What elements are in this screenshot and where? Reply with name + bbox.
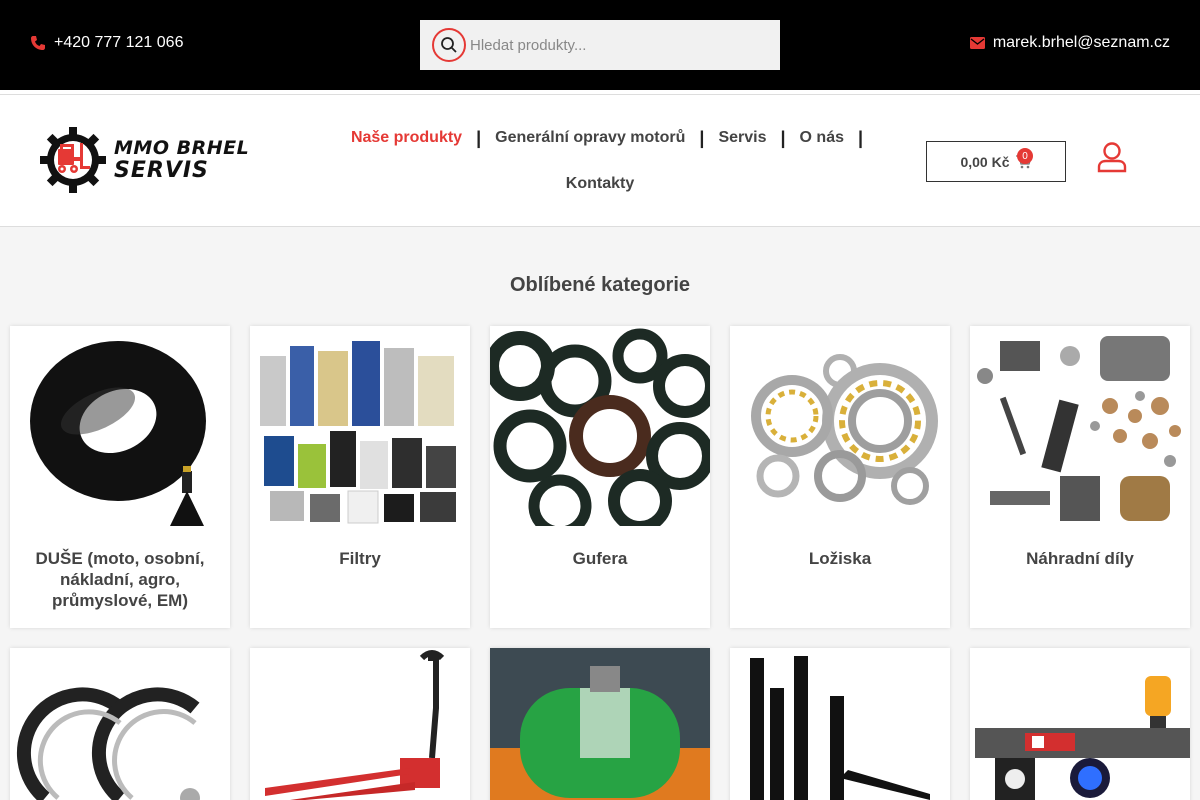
category-label: Filtry (339, 549, 381, 568)
cart-total: 0,00 Kč (960, 153, 1010, 170)
nav-item-servis[interactable]: Servis (704, 129, 780, 147)
category-image-vidle (730, 648, 950, 800)
phone-icon (31, 36, 45, 50)
category-card-vidle[interactable] (730, 648, 950, 800)
category-card-brzdy[interactable] (10, 648, 230, 800)
category-image-loziska (730, 326, 950, 526)
category-image-osvetleni (970, 648, 1190, 800)
logo-text: MMO BRHEL SERVIS (114, 136, 250, 183)
category-label: Náhradní díly (1026, 549, 1134, 568)
site-header: MMO BRHEL SERVIS Naše produkty | Generál… (0, 95, 1200, 227)
email-address: marek.brhel@seznam.cz (992, 34, 1170, 51)
category-label: DUŠE (moto, osobní, nákladní, agro, prům… (35, 549, 205, 610)
category-image-nahradni-dily (970, 326, 1190, 526)
logo-line2: SERVIS (114, 157, 209, 183)
category-card-gufera[interactable]: Gufera (490, 326, 710, 628)
section-title: Oblíbené kategorie (509, 274, 691, 296)
category-card-loziska[interactable]: Ložiska (730, 326, 950, 628)
category-image-paletove-voziky (250, 648, 470, 800)
logo[interactable]: MMO BRHEL SERVIS (38, 125, 258, 195)
top-bar: +420 777 121 066 marek.brhel@seznam.cz (0, 0, 1200, 90)
search-icon (441, 37, 457, 53)
nav-row-2: Kontakty (320, 169, 880, 199)
logo-gear-forklift-icon (40, 127, 106, 193)
phone-number: +420 777 121 066 (54, 34, 184, 51)
category-card-duse[interactable]: DUŠE (moto, osobní, nákladní, agro, prům… (10, 326, 230, 628)
search-bar (420, 20, 780, 70)
nav-item-generalni-opravy[interactable]: Generální opravy motorů (481, 129, 699, 147)
nav-item-nase-produkty[interactable]: Naše produkty (337, 129, 476, 147)
search-button[interactable] (432, 28, 466, 62)
category-label: Ložiska (808, 549, 872, 568)
category-card-filtry[interactable]: Filtry (250, 326, 470, 628)
envelope-icon (969, 37, 985, 49)
user-icon[interactable] (1096, 141, 1128, 173)
category-image-brzdy (10, 648, 230, 800)
category-image-gufera (490, 326, 710, 526)
search-input[interactable] (470, 36, 760, 54)
email-contact[interactable]: marek.brhel@seznam.cz (969, 34, 1170, 52)
category-label: Gufera (572, 549, 628, 568)
category-image-lahve (490, 648, 710, 800)
cart-button[interactable]: 0,00 Kč 0 (926, 141, 1066, 182)
logo-line1: MMO BRHEL (114, 136, 250, 159)
phone-contact[interactable]: +420 777 121 066 (30, 34, 183, 52)
category-card-paletove-voziky[interactable] (250, 648, 470, 800)
nav-item-kontakty[interactable]: Kontakty (552, 175, 648, 193)
category-card-nahradni-dily[interactable]: Náhradní díly (970, 326, 1190, 628)
nav-separator: | (858, 127, 864, 148)
category-card-osvetleni[interactable] (970, 648, 1190, 800)
category-image-filtry (250, 326, 470, 526)
main-nav: Naše produkty | Generální opravy motorů … (320, 123, 880, 199)
nav-row-1: Naše produkty | Generální opravy motorů … (320, 123, 880, 153)
category-card-lahve[interactable] (490, 648, 710, 800)
nav-item-o-nas[interactable]: O nás (786, 129, 858, 147)
cart-count-badge: 0 (1017, 148, 1033, 164)
category-image-duse (10, 326, 230, 526)
